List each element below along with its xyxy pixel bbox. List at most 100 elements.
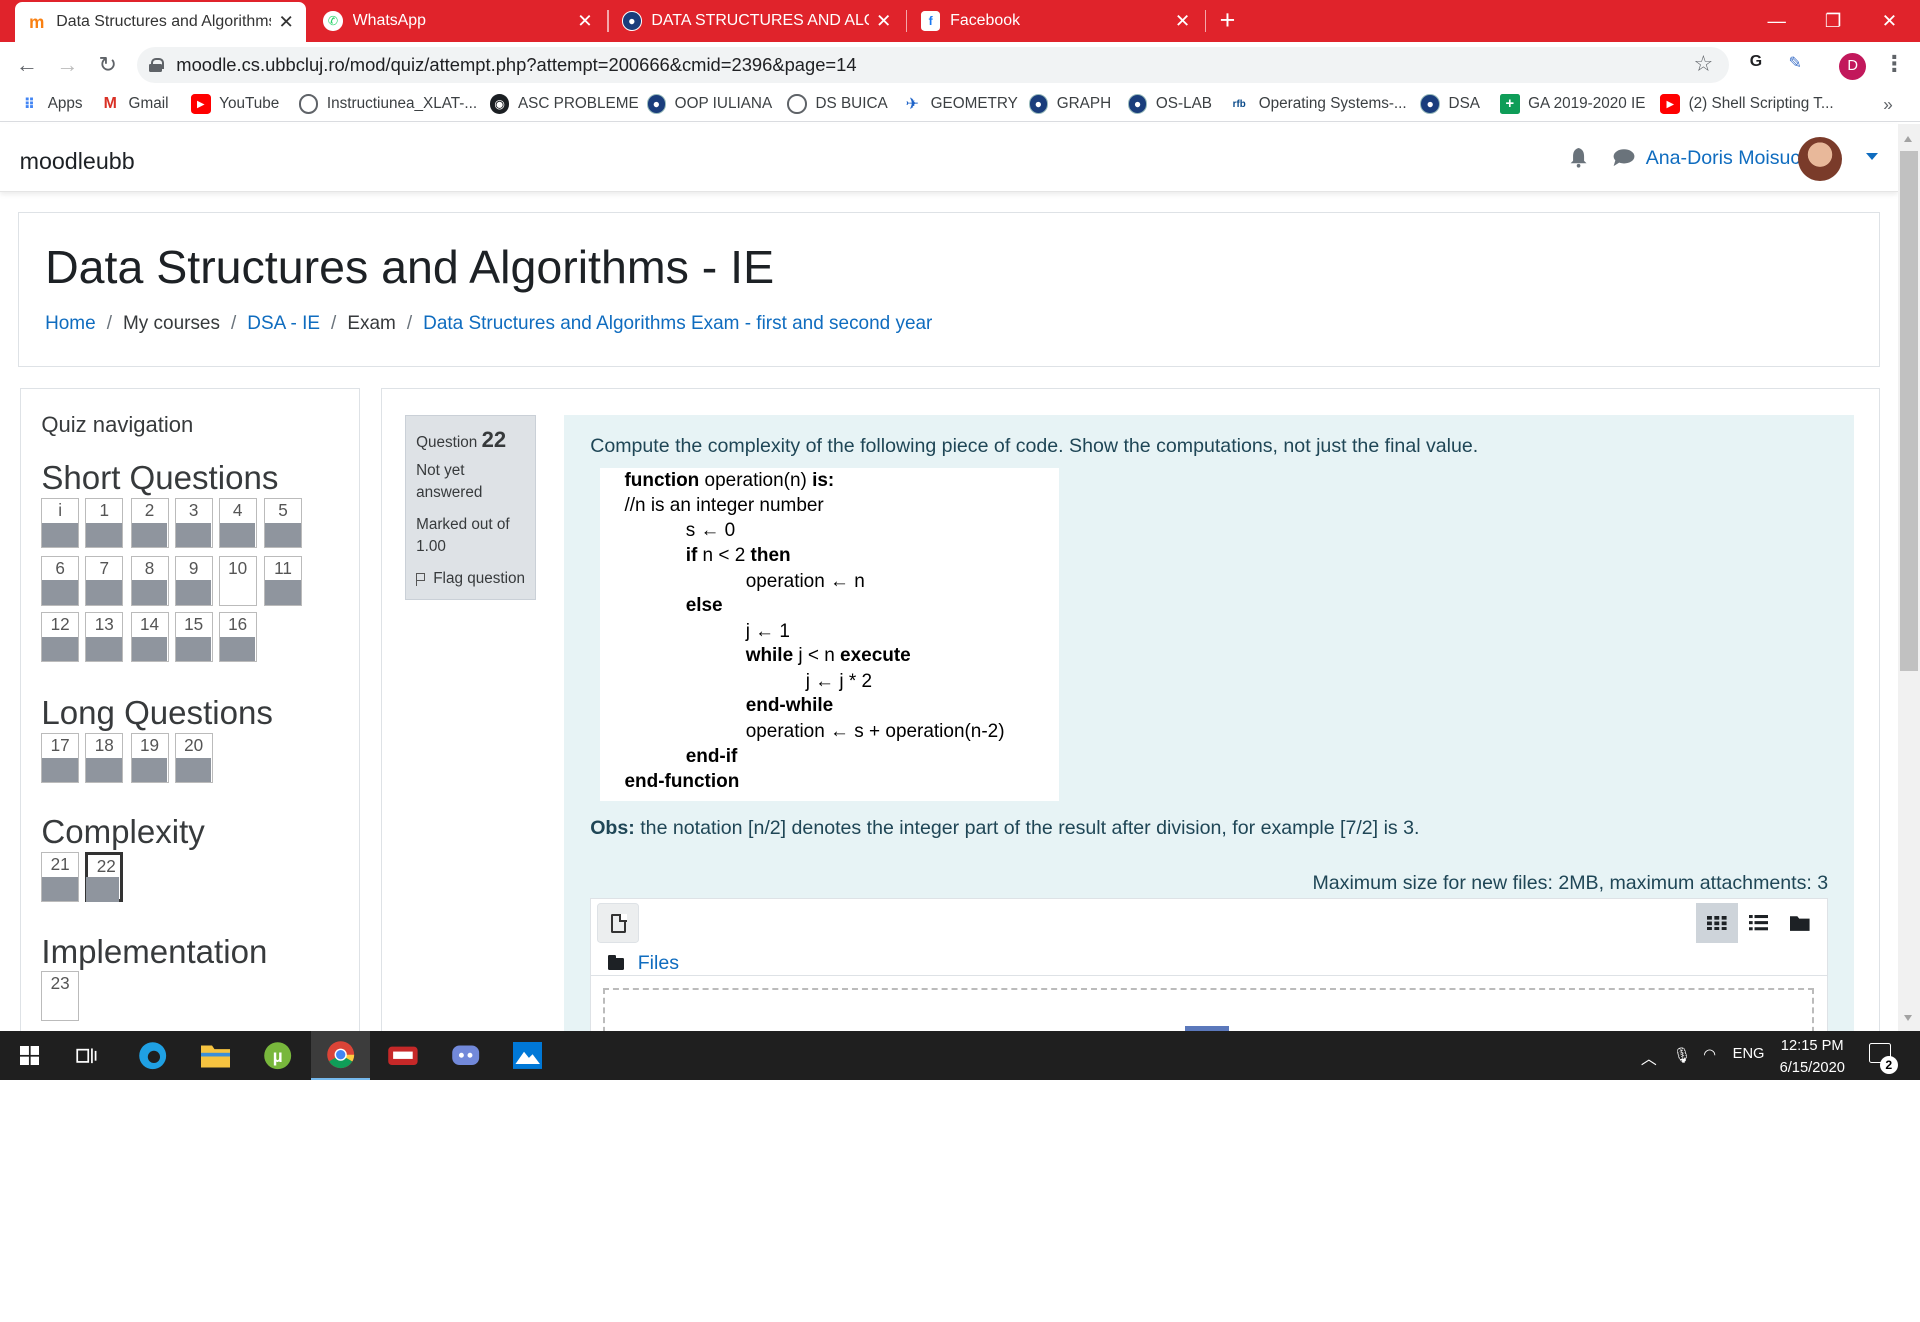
tab-title: Facebook [950,11,1021,29]
view-icons-button[interactable] [1696,903,1738,943]
quiz-nav-button-14[interactable]: 14 [130,612,169,663]
bookmark-shell-scripting[interactable]: ▶ (2) Shell Scripting T... [1660,94,1834,114]
quiz-nav-button-11[interactable]: 11 [264,555,303,606]
messages-chat-icon[interactable] [1613,149,1635,167]
restore-button[interactable]: ❐ [1805,0,1861,42]
address-bar[interactable]: moodle.cs.ubbcluj.ro/mod/quiz/attempt.ph… [137,46,1729,84]
view-tree-button[interactable] [1779,903,1821,942]
bookmark-gmail[interactable]: M Gmail [100,94,169,114]
start-button[interactable] [0,1031,59,1080]
quiz-nav-button-20[interactable]: 20 [174,733,213,784]
quiz-nav-button-17[interactable]: 17 [41,733,80,784]
add-file-button[interactable] [597,903,639,943]
quiz-nav-button-15[interactable]: 15 [174,612,213,663]
quiz-nav-button-13[interactable]: 13 [85,612,124,663]
microphone-icon[interactable]: 🎙 [1673,1046,1692,1064]
quiz-nav-button-10[interactable]: 10 [218,555,257,606]
input-language[interactable]: ENG [1733,1046,1765,1062]
quiz-nav-button-3[interactable]: 3 [174,498,213,549]
close-tab-icon[interactable]: ✕ [876,10,891,32]
taskbar-photos[interactable] [498,1031,557,1080]
quiz-nav-button-12[interactable]: 12 [41,612,80,663]
close-window-button[interactable]: ✕ [1861,0,1917,42]
quiz-nav-button-label: 1 [99,500,109,521]
quiz-nav-button-5[interactable]: 5 [264,498,303,549]
show-hidden-icons-button[interactable]: ︿ [1641,1046,1657,1069]
list-view-icon [1748,915,1769,931]
taskbar-discord[interactable] [436,1031,495,1080]
reload-button[interactable]: ↻ [93,50,122,79]
forward-button[interactable]: → [53,50,82,79]
new-tab-button[interactable]: + [1220,5,1236,36]
notifications-bell-icon[interactable] [1570,148,1587,168]
quiz-nav-button-21[interactable]: 21 [41,852,80,903]
quiz-nav-button-6[interactable]: 6 [41,555,80,606]
taskbar-game-app[interactable] [373,1031,432,1080]
quiz-nav-button-23[interactable]: 23 [41,970,80,1021]
user-avatar[interactable] [1797,137,1842,182]
quiz-nav-button-4[interactable]: 4 [218,498,257,549]
minimize-button[interactable]: — [1749,0,1805,42]
bookmark-star-icon[interactable]: ☆ [1693,51,1713,77]
site-brand[interactable]: moodleubb [20,148,135,175]
bookmark-dsa[interactable]: ● DSA [1420,94,1480,114]
quiz-nav-button-7[interactable]: 7 [85,555,124,606]
task-view-button[interactable] [59,1031,118,1080]
files-root-link[interactable]: Files [638,952,679,975]
browser-menu-icon[interactable]: ⋮ [1883,51,1905,77]
tab-facebook[interactable]: f Facebook ✕ [909,0,1203,42]
close-tab-icon[interactable]: ✕ [1175,10,1190,32]
close-tab-icon[interactable]: ✕ [577,10,592,32]
taskbar-utorrent[interactable]: µ [249,1031,308,1080]
back-button[interactable]: ← [12,50,41,79]
taskbar-file-explorer[interactable] [186,1031,245,1080]
bookmark-operating-systems[interactable]: rfb Operating Systems-... [1228,94,1407,114]
bookmark-os-lab[interactable]: ● OS-LAB [1127,94,1212,114]
tab-whatsapp[interactable]: ✆ WhatsApp ✕ [311,0,605,42]
tab-moodle[interactable]: m Data Structures and Algorithms E ✕ [14,2,307,42]
profile-avatar[interactable]: D [1839,52,1867,80]
quiz-nav-button-19[interactable]: 19 [130,733,169,784]
bookmark-geometry[interactable]: ✈ GEOMETRY [902,94,1018,114]
quiz-nav-button-2[interactable]: 2 [130,498,169,549]
user-menu-caret-icon[interactable] [1866,153,1879,160]
bookmark-asc-probleme[interactable]: ◉ ASC PROBLEME [489,94,639,114]
scroll-down-icon[interactable] [1904,1015,1913,1022]
quiz-nav-button-9[interactable]: 9 [174,555,213,606]
wifi-icon[interactable]: ◠ [1703,1046,1716,1063]
quiz-nav-button-18[interactable]: 18 [85,733,124,784]
bookmark-ga[interactable]: + GA 2019-2020 IE [1500,94,1646,114]
extension-pen-icon[interactable]: ✎ [1783,53,1807,77]
quiz-nav-button-label: 18 [94,735,114,756]
bookmark-apps[interactable]: ⠿ Apps [20,94,83,114]
flag-question-button[interactable]: Flag question [416,570,525,588]
scroll-up-icon[interactable] [1904,136,1913,142]
close-tab-icon[interactable]: ✕ [278,11,293,33]
bookmarks-overflow-button[interactable]: » [1883,94,1893,115]
bookmark-oop-iuliana[interactable]: ● OOP IULIANA [646,94,772,114]
quiz-nav-button-8[interactable]: 8 [130,555,169,606]
bookmark-ds-buica[interactable]: DS BUICA [787,94,888,114]
bookmark-instructiunea[interactable]: Instructiunea_XLAT-... [298,94,477,114]
quiz-nav-button-16[interactable]: 16 [218,612,257,663]
breadcrumb-course[interactable]: DSA - IE [247,313,320,335]
quiz-nav-button-i[interactable]: i [41,498,80,549]
quiz-nav-button-1[interactable]: 1 [85,498,124,549]
breadcrumb-quiz[interactable]: Data Structures and Algorithms Exam - fi… [423,313,932,335]
system-clock[interactable]: 12:15 PM 6/15/2020 [1763,1035,1861,1079]
breadcrumb-home[interactable]: Home [45,313,96,335]
bookmark-graph[interactable]: ● GRAPH [1028,94,1111,114]
taskbar-chrome[interactable] [311,1031,370,1080]
view-list-button[interactable] [1738,903,1780,942]
taskbar-edge[interactable] [124,1031,183,1080]
breadcrumb-separator: / [331,313,337,335]
scrollbar-thumb[interactable] [1900,150,1918,672]
user-name[interactable]: Ana-Doris Moisuc [1646,147,1801,170]
answer-state-fill [42,757,78,783]
quiz-nav-button-22[interactable]: 22 [85,852,124,903]
page-scrollbar[interactable] [1897,123,1920,1032]
tab-dsa[interactable]: ● DATA STRUCTURES AND ALGORI ✕ [610,0,904,42]
extension-icon[interactable]: G [1744,53,1768,77]
bookmark-youtube[interactable]: ▶ YouTube [191,94,279,114]
answer-state-fill [219,636,256,662]
